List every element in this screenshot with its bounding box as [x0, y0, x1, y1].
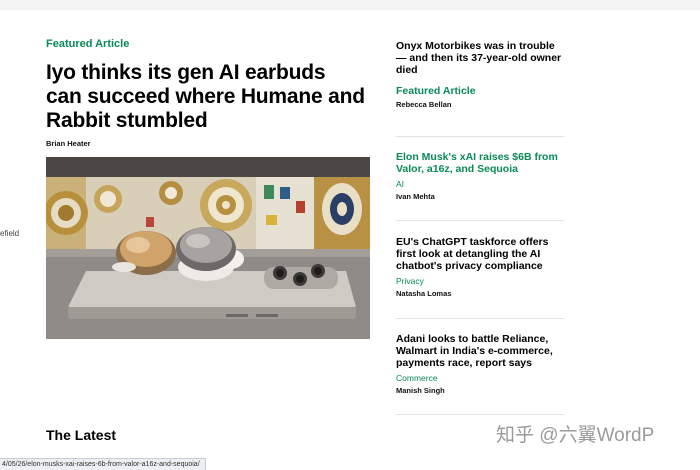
- sidebar-article-title[interactable]: Onyx Motorbikes was in trouble — and the…: [396, 40, 566, 76]
- page: efield Featured Article Iyo thinks its g…: [0, 0, 700, 470]
- sidebar-article-author[interactable]: Natasha Lomas: [396, 289, 566, 298]
- sidebar-article-4[interactable]: Adani looks to battle Reliance, Walmart …: [396, 333, 566, 395]
- sidebar-article-category[interactable]: Commerce: [396, 373, 566, 383]
- sidebar-article-author[interactable]: Ivan Mehta: [396, 192, 566, 201]
- sidebar-divider: [396, 414, 564, 415]
- sidebar-article-title[interactable]: Elon Musk's xAI raises $6B from Valor, a…: [396, 151, 566, 175]
- sidebar-article-author[interactable]: Rebecca Bellan: [396, 100, 566, 109]
- sidebar-article-category[interactable]: Privacy: [396, 276, 566, 286]
- status-bar-url: 4/05/26/elon-musks-xai-raises-6b-from-va…: [0, 458, 206, 470]
- featured-tag[interactable]: Featured Article: [46, 38, 129, 50]
- sidebar-article-1[interactable]: Onyx Motorbikes was in trouble — and the…: [396, 40, 566, 109]
- earbuds-photo-icon: [46, 157, 370, 339]
- sidebar-article-2[interactable]: Elon Musk's xAI raises $6B from Valor, a…: [396, 151, 566, 201]
- top-strip: [0, 0, 700, 10]
- sidebar-article-title[interactable]: EU's ChatGPT taskforce offers first look…: [396, 236, 566, 272]
- section-heading-latest: The Latest: [46, 427, 117, 443]
- sidebar-article-author[interactable]: Manish Singh: [396, 386, 566, 395]
- left-edge-text: efield: [0, 229, 20, 238]
- sidebar-article-3[interactable]: EU's ChatGPT taskforce offers first look…: [396, 236, 566, 298]
- sidebar-divider: [396, 220, 564, 221]
- sidebar-divider: [396, 318, 564, 319]
- featured-author[interactable]: Brian Heater: [46, 139, 91, 148]
- sidebar-divider: [396, 136, 564, 137]
- sidebar-article-title[interactable]: Adani looks to battle Reliance, Walmart …: [396, 333, 566, 369]
- featured-headline[interactable]: Iyo thinks its gen AI earbuds can succee…: [46, 61, 366, 133]
- watermark: 知乎 @六翼WordP: [496, 425, 655, 446]
- featured-image[interactable]: [46, 157, 370, 339]
- sidebar-article-category[interactable]: Featured Article: [396, 85, 566, 97]
- sidebar-article-category[interactable]: AI: [396, 179, 566, 189]
